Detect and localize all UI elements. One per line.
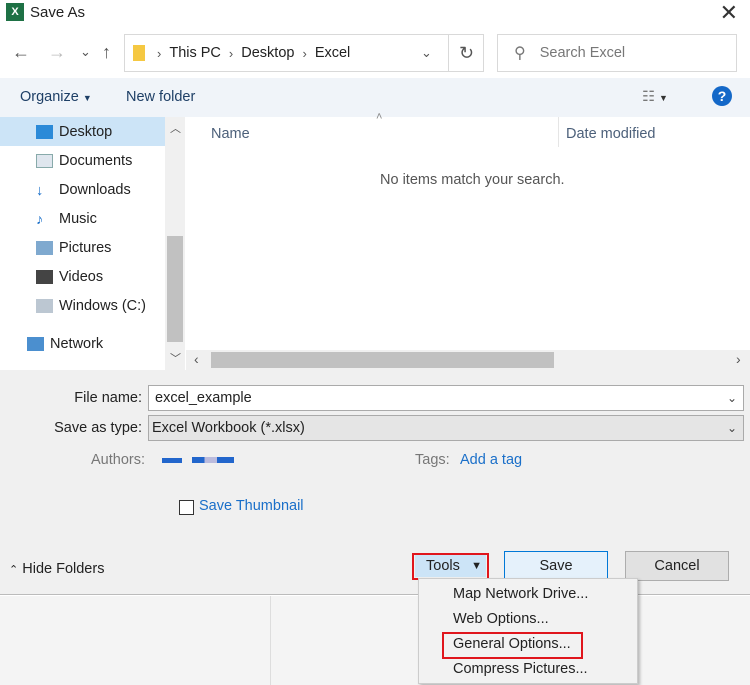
save-as-type-label: Save as type: bbox=[54, 420, 142, 436]
search-input[interactable]: ⚲ Search Excel bbox=[497, 34, 737, 72]
sidebar-label: Network bbox=[50, 335, 104, 352]
recent-locations-button[interactable]: ⌄ bbox=[80, 44, 91, 60]
add-tag-link[interactable]: Add a tag bbox=[460, 452, 522, 468]
forward-button[interactable]: → bbox=[48, 42, 66, 63]
empty-message: No items match your search. bbox=[380, 172, 565, 188]
scroll-down-icon[interactable]: ﹀ bbox=[170, 350, 181, 366]
sidebar-label: Documents bbox=[59, 152, 133, 169]
authors-value[interactable] bbox=[162, 457, 236, 465]
organize-label: Organize bbox=[20, 89, 79, 105]
sidebar-item-music[interactable]: ♪ Music bbox=[0, 204, 165, 233]
menu-item-web-options[interactable]: Web Options... bbox=[453, 611, 549, 627]
title-bar: X Save As ✕ bbox=[0, 0, 750, 28]
downloads-icon: ↓ bbox=[36, 182, 44, 199]
music-icon: ♪ bbox=[36, 211, 44, 228]
address-bar[interactable]: › This PC › Desktop › Excel ⌄ bbox=[124, 34, 484, 72]
file-list: Name ˄ Date modified No items match your… bbox=[186, 111, 750, 350]
save-thumbnail-checkbox[interactable] bbox=[179, 500, 194, 515]
documents-icon bbox=[36, 153, 53, 168]
column-date-modified[interactable]: Date modified bbox=[566, 126, 655, 142]
save-as-type-select[interactable]: Excel Workbook (*.xlsx) ⌄ bbox=[148, 415, 744, 441]
toolbar bbox=[0, 78, 750, 117]
scroll-left-icon[interactable]: ‹ bbox=[194, 351, 199, 367]
folder-icon bbox=[133, 45, 145, 61]
new-folder-button[interactable]: New folder bbox=[126, 89, 195, 105]
sidebar-item-pictures[interactable]: Pictures bbox=[0, 233, 165, 262]
chevron-down-icon[interactable]: ⌄ bbox=[421, 45, 432, 61]
menu-item-map-network-drive[interactable]: Map Network Drive... bbox=[453, 586, 588, 602]
sidebar-item-videos[interactable]: Videos bbox=[0, 262, 165, 291]
view-options-icon[interactable]: ☷ ▼ bbox=[642, 89, 668, 105]
scroll-up-icon[interactable]: ︿ bbox=[170, 120, 181, 136]
sidebar-label: Downloads bbox=[59, 181, 131, 198]
excel-icon: X bbox=[6, 3, 24, 21]
tags-label: Tags: bbox=[415, 452, 450, 468]
file-name-input[interactable]: excel_example ⌄ bbox=[148, 385, 744, 411]
sort-arrow-icon: ˄ bbox=[376, 111, 383, 123]
save-thumbnail-label[interactable]: Save Thumbnail bbox=[199, 498, 304, 514]
close-button[interactable]: ✕ bbox=[720, 0, 738, 26]
file-name-label: File name: bbox=[74, 390, 142, 406]
hide-folders-label: Hide Folders bbox=[22, 561, 105, 577]
sidebar-label: Desktop bbox=[59, 123, 113, 140]
sidebar-label: Pictures bbox=[59, 239, 112, 256]
sidebar-label: Videos bbox=[59, 268, 104, 285]
sidebar-label: Music bbox=[59, 210, 97, 227]
column-divider[interactable] bbox=[558, 117, 559, 147]
chevron-up-icon: ⌃ bbox=[9, 564, 19, 576]
hide-folders-button[interactable]: ⌃ Hide Folders bbox=[9, 561, 104, 577]
refresh-button[interactable]: ↻ bbox=[448, 34, 484, 72]
chevron-down-icon[interactable]: ⌄ bbox=[727, 416, 737, 440]
sidebar-item-desktop[interactable]: Desktop bbox=[0, 117, 165, 146]
chevron-down-icon[interactable]: ⌄ bbox=[727, 386, 737, 410]
breadcrumb-desktop[interactable]: Desktop bbox=[241, 45, 294, 61]
sidebar-item-windows-c[interactable]: Windows (C:) bbox=[0, 291, 165, 320]
sidebar-item-downloads[interactable]: ↓ Downloads bbox=[0, 175, 165, 204]
drive-icon bbox=[36, 298, 53, 313]
sidebar-scroll-thumb[interactable] bbox=[167, 236, 183, 342]
tools-menu: Map Network Drive... Web Options... Gene… bbox=[418, 578, 638, 684]
sidebar-label: Windows (C:) bbox=[59, 297, 147, 314]
general-options-highlight-box bbox=[442, 632, 583, 659]
search-placeholder: Search Excel bbox=[539, 45, 626, 61]
authors-label: Authors: bbox=[91, 452, 145, 468]
help-button[interactable]: ? bbox=[712, 86, 732, 106]
pictures-icon bbox=[36, 240, 53, 255]
breadcrumb-excel[interactable]: Excel bbox=[315, 45, 350, 61]
sidebar-item-network[interactable]: Network bbox=[0, 329, 165, 358]
horizontal-scroll-thumb[interactable] bbox=[211, 352, 554, 368]
window-title: Save As bbox=[30, 4, 86, 21]
save-button[interactable]: Save bbox=[504, 551, 608, 581]
sidebar: Desktop Documents ↓ Downloads ♪ Music Pict… bbox=[0, 117, 165, 370]
menu-item-compress-pictures[interactable]: Compress Pictures... bbox=[453, 661, 588, 677]
desktop-icon bbox=[36, 124, 53, 139]
column-name[interactable]: Name bbox=[211, 126, 250, 142]
breadcrumb-this-pc[interactable]: This PC bbox=[169, 45, 221, 61]
up-button[interactable]: ↑ bbox=[102, 42, 111, 63]
scroll-right-icon[interactable]: › bbox=[736, 351, 741, 367]
videos-icon bbox=[36, 269, 53, 284]
file-name-value: excel_example bbox=[155, 390, 252, 406]
network-icon bbox=[27, 336, 44, 351]
save-as-type-value: Excel Workbook (*.xlsx) bbox=[152, 420, 305, 436]
sidebar-item-documents[interactable]: Documents bbox=[0, 146, 165, 175]
back-button[interactable]: ← bbox=[12, 42, 30, 63]
cancel-button[interactable]: Cancel bbox=[625, 551, 729, 581]
search-icon: ⚲ bbox=[514, 45, 526, 62]
organize-button[interactable]: Organize ▼ bbox=[20, 89, 92, 105]
tools-highlight-box bbox=[412, 553, 489, 580]
